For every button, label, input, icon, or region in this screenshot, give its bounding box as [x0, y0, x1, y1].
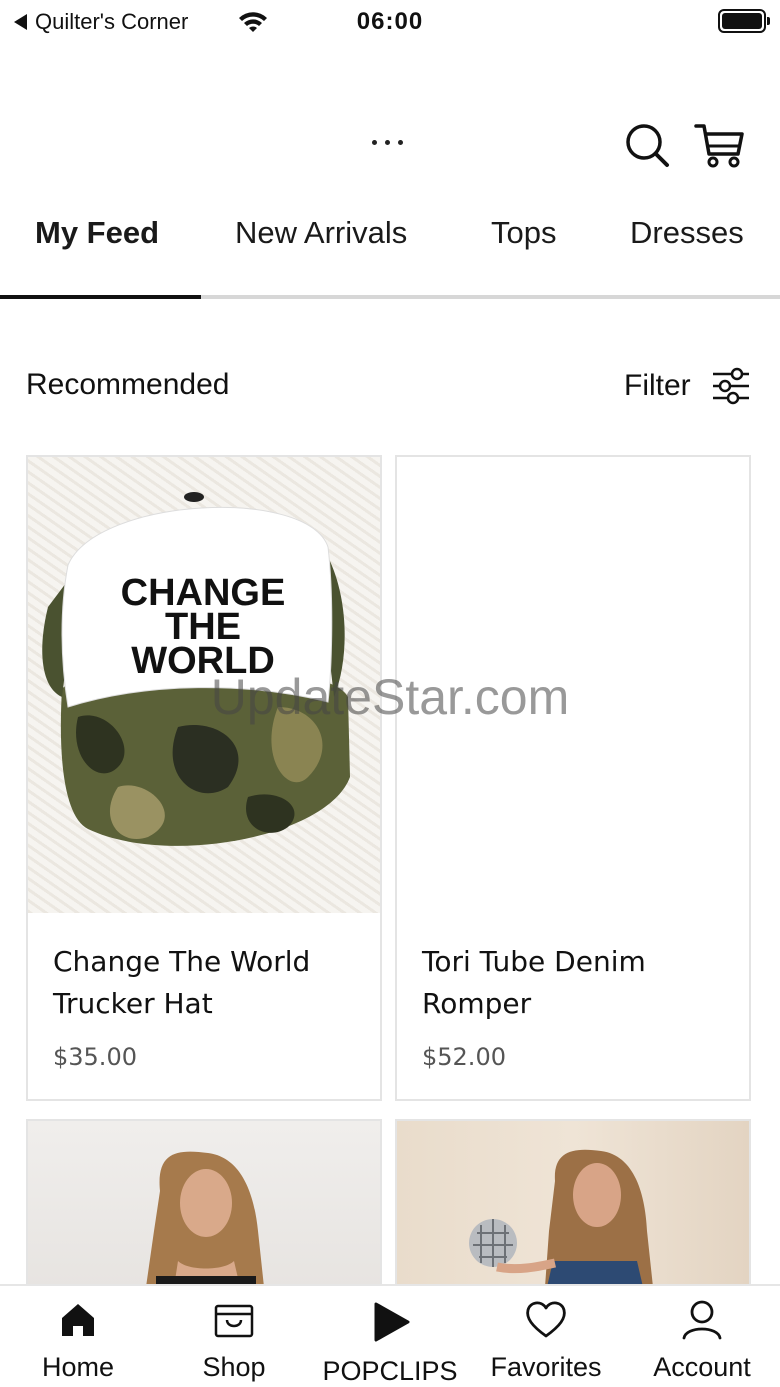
- product-card[interactable]: Tori Tube Denim Romper $52.00: [395, 455, 751, 1101]
- product-price: $35.00: [53, 1043, 137, 1071]
- model-photo: [469, 1149, 653, 1287]
- nav-favorites[interactable]: Favorites: [468, 1286, 624, 1387]
- model-photo: [146, 1151, 264, 1287]
- app-header: [0, 100, 780, 190]
- product-name: Change The World Trucker Hat: [53, 945, 311, 1020]
- heart-icon: [526, 1301, 566, 1338]
- shop-bag-icon: [214, 1304, 254, 1338]
- product-name: Tori Tube Denim Romper: [422, 945, 646, 1020]
- product-image: CHANGE THE WORLD: [28, 457, 380, 913]
- nav-account[interactable]: Account: [624, 1286, 780, 1387]
- nav-popclips[interactable]: POPCLIPS: [312, 1286, 468, 1387]
- tab-dresses[interactable]: Dresses: [630, 215, 744, 251]
- trucker-hat-image: CHANGE THE WORLD: [42, 492, 350, 846]
- person-icon: [682, 1300, 722, 1340]
- home-icon: [62, 1304, 94, 1336]
- hat-text-line-3: WORLD: [131, 640, 275, 682]
- nav-favorites-label: Favorites: [490, 1352, 602, 1382]
- product-price: $52.00: [422, 1043, 506, 1071]
- product-image: [28, 1121, 380, 1287]
- filter-button[interactable]: Filter: [624, 366, 751, 406]
- bottom-navigation: Home Shop POPCLIPS Favorites Account: [0, 1284, 780, 1387]
- status-bar: Quilter's Corner 06:00: [0, 0, 780, 44]
- product-card[interactable]: CHANGE THE WORLD Change The World Trucke…: [26, 455, 382, 1101]
- category-tabs: My Feed New Arrivals Tops Dresses: [0, 195, 780, 299]
- nav-popclips-label: POPCLIPS: [322, 1356, 458, 1386]
- tab-my-feed[interactable]: My Feed: [35, 215, 159, 251]
- nav-shop-label: Shop: [202, 1352, 266, 1382]
- product-image: [397, 457, 749, 913]
- play-icon: [374, 1302, 410, 1342]
- nav-home-label: Home: [41, 1352, 115, 1382]
- filter-label: Filter: [624, 369, 691, 402]
- nav-shop[interactable]: Shop: [156, 1286, 312, 1387]
- nav-account-label: Account: [653, 1352, 751, 1382]
- cart-icon[interactable]: [692, 118, 748, 174]
- nav-home[interactable]: Home: [0, 1286, 156, 1387]
- tab-new-arrivals[interactable]: New Arrivals: [235, 215, 407, 251]
- status-time: 06:00: [356, 8, 424, 35]
- battery-icon: [718, 9, 770, 33]
- section-title: Recommended: [26, 368, 230, 401]
- product-card[interactable]: [26, 1119, 382, 1289]
- search-icon[interactable]: [618, 118, 674, 174]
- product-card[interactable]: [395, 1119, 751, 1289]
- product-image: [397, 1121, 749, 1287]
- tab-tops[interactable]: Tops: [491, 215, 556, 251]
- sliders-icon: [712, 367, 749, 405]
- more-icon[interactable]: [372, 140, 403, 145]
- active-tab-indicator: [0, 295, 201, 299]
